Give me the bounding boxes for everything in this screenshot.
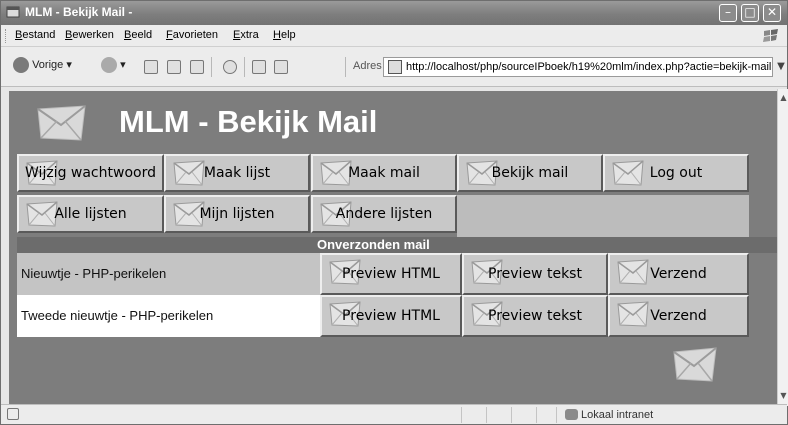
page-viewport: MLM - Bekijk Mail Wijzig wachtwoord Maak… (9, 91, 777, 404)
history-icon[interactable] (223, 60, 237, 74)
verzend-button[interactable]: Verzend (608, 295, 749, 337)
nav-button-label: Wijzig wachtwoord (25, 165, 156, 181)
status-bar: Lokaal intranet (1, 404, 787, 424)
toolbar-separator (211, 57, 212, 77)
stop-icon[interactable] (144, 60, 158, 74)
status-divider (511, 407, 512, 423)
scroll-down-icon[interactable]: ▼ (778, 389, 788, 403)
preview-html-label: Preview HTML (342, 308, 440, 324)
maximize-button[interactable]: □ (741, 4, 759, 22)
nav-button-label: Maak lijst (203, 165, 271, 181)
window-title: MLM - Bekijk Mail - (25, 5, 133, 19)
menu-bestand[interactable]: Bestand (15, 29, 55, 41)
status-divider (461, 407, 462, 423)
minimize-button[interactable]: – (719, 4, 737, 22)
section-title: Onverzonden mail (317, 237, 430, 252)
preview-tekst-label: Preview tekst (488, 308, 582, 324)
nav-button-label: Maak mail (348, 165, 420, 181)
forward-button[interactable]: ▾ (101, 57, 126, 77)
address-value: http://localhost/php/sourceIPboek/h19%20… (406, 61, 772, 73)
forward-dropdown-icon[interactable]: ▾ (120, 59, 126, 71)
nav-button-label: Bekijk mail (491, 165, 569, 181)
status-divider (486, 407, 487, 423)
print-icon[interactable] (252, 60, 266, 74)
browser-window: MLM - Bekijk Mail - – □ ✕ Bestand Bewerk… (0, 0, 788, 425)
back-arrow-icon (13, 57, 29, 73)
section-bar: Onverzonden mail (17, 237, 777, 253)
back-dropdown-icon[interactable]: ▾ (66, 59, 72, 71)
close-button[interactable]: ✕ (763, 4, 781, 22)
page-header: MLM - Bekijk Mail (17, 91, 777, 154)
mail-subject: Nieuwtje - PHP-perikelen (21, 266, 167, 281)
address-input[interactable]: http://localhost/php/sourceIPboek/h19%20… (383, 57, 773, 77)
menu-favorieten[interactable]: Favorieten (166, 29, 218, 41)
menu-beeld[interactable]: Beeld (124, 29, 152, 41)
windows-logo-icon (763, 29, 778, 42)
mail-subject: Tweede nieuwtje - PHP-perikelen (21, 308, 214, 323)
menu-bar: Bestand Bewerken Beeld Favorieten Extra … (1, 25, 787, 47)
intranet-icon (565, 409, 578, 420)
preview-html-label: Preview HTML (342, 266, 440, 282)
refresh-icon[interactable] (167, 60, 181, 74)
vertical-scrollbar[interactable]: ▲ ▼ (777, 89, 788, 406)
browser-icon (6, 6, 20, 18)
back-button[interactable]: Vorige ▾ (13, 57, 72, 77)
toolbar: Vorige ▾ ▾ Adres http://localhost/php/so… (1, 47, 787, 87)
toolbar-separator (244, 57, 245, 77)
verzend-label: Verzend (650, 266, 707, 282)
nav-button-alle-lijsten[interactable]: Alle lijsten (17, 195, 164, 233)
home-icon[interactable] (190, 60, 204, 74)
verzend-label: Verzend (650, 308, 707, 324)
nav-button-andere-lijsten[interactable]: Andere lijsten (311, 195, 457, 233)
preview-tekst-button[interactable]: Preview tekst (462, 295, 608, 337)
preview-tekst-button[interactable]: Preview tekst (462, 253, 608, 295)
nav-button-label: Log out (649, 165, 703, 181)
status-divider (536, 407, 537, 423)
menu-bewerken[interactable]: Bewerken (65, 29, 114, 41)
address-label: Adres (353, 60, 382, 72)
menu-help[interactable]: Help (273, 29, 296, 41)
menu-grip (5, 29, 8, 43)
preview-tekst-label: Preview tekst (488, 266, 582, 282)
verzend-button[interactable]: Verzend (608, 253, 749, 295)
menu-extra[interactable]: Extra (233, 29, 259, 41)
preview-html-button[interactable]: Preview HTML (320, 295, 462, 337)
preview-html-button[interactable]: Preview HTML (320, 253, 462, 295)
nav-button-mijn-lijsten[interactable]: Mijn lijsten (164, 195, 310, 233)
toolbar-separator (345, 57, 346, 77)
nav-button-wijzig-wachtwoord[interactable]: Wijzig wachtwoord (17, 154, 164, 192)
mail-row: Nieuwtje - PHP-perikelen (17, 253, 320, 295)
mail-row: Tweede nieuwtje - PHP-perikelen (17, 295, 320, 337)
forward-arrow-icon (101, 57, 117, 73)
title-bar: MLM - Bekijk Mail - – □ ✕ (1, 1, 787, 25)
envelope-logo-icon (37, 105, 86, 141)
nav-button-log-out[interactable]: Log out (603, 154, 749, 192)
nav-button-label: Alle lijsten (54, 206, 127, 222)
nav-button-label: Mijn lijsten (199, 206, 275, 222)
nav-button-bekijk-mail[interactable]: Bekijk mail (457, 154, 603, 192)
nav-button-maak-lijst[interactable]: Maak lijst (164, 154, 310, 192)
envelope-footer-icon (673, 347, 717, 382)
status-divider (556, 407, 557, 423)
page-title: MLM - Bekijk Mail (119, 104, 378, 139)
edit-icon[interactable] (274, 60, 288, 74)
nav-button-label: Andere lijsten (335, 206, 433, 222)
security-zone: Lokaal intranet (581, 409, 654, 421)
scroll-up-icon[interactable]: ▲ (778, 91, 788, 105)
address-dropdown-icon[interactable]: ▼ (775, 57, 787, 77)
back-label: Vorige (32, 58, 64, 71)
nav-button-maak-mail[interactable]: Maak mail (311, 154, 457, 192)
nav-filler (457, 195, 749, 237)
page-status-icon (7, 408, 19, 420)
page-icon (388, 60, 402, 74)
